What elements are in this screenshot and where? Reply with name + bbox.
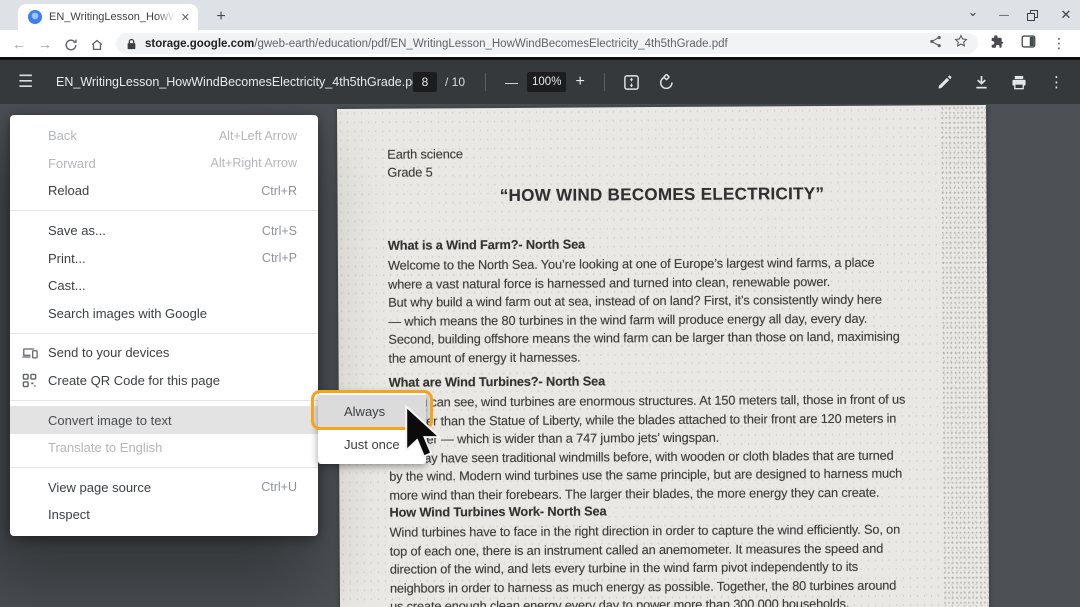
share-icon[interactable] [929,35,942,53]
browser-tab[interactable]: EN_WritingLesson_HowWindBec ✕ [18,4,198,30]
doc-section-body: Wind turbines have to face in the right … [390,521,901,607]
menu-separator [10,467,318,468]
doc-section-body: Welcome to the North Sea. You’re looking… [388,254,900,369]
new-tab-button[interactable]: + [210,6,232,28]
extensions-icon[interactable] [990,34,1005,54]
url-path: /gweb-earth/education/pdf/EN_WritingLess… [254,38,727,50]
tab-close-icon[interactable]: ✕ [181,11,190,24]
pdf-more-kebab-icon[interactable]: ⋮ [1049,73,1064,91]
address-toolbar: ← → storage.google.com/gweb-earth/educat… [0,30,1080,57]
pdf-page-zoom-controls: 8 / 10 — 100% + [413,72,675,92]
menu-item-forward[interactable]: ForwardAlt+Right Arrow [10,150,318,178]
menu-item-back[interactable]: BackAlt+Left Arrow [10,122,318,150]
tab-title: EN_WritingLesson_HowWindBec [49,11,175,23]
menu-item-search-images[interactable]: Search images with Google [10,300,318,328]
print-icon[interactable] [1011,75,1027,90]
rotate-button[interactable] [658,74,675,91]
reload-button[interactable] [58,35,84,51]
doc-section-heading: How Wind Turbines Work- North Sea [389,503,606,519]
window-controls: ⌄ — ✕ [965,0,1074,30]
menu-item-save-as[interactable]: Save as...Ctrl+S [10,217,318,245]
menu-separator [10,333,318,334]
doc-title: “HOW WIND BECOMES ELECTRICITY” [337,183,986,207]
menu-item-inspect[interactable]: Inspect [10,501,318,529]
toolbar-separator [604,73,605,91]
side-panel-icon[interactable] [1021,34,1036,54]
pdf-toolbar: ☰ EN_WritingLesson_HowWindBecomesElectri… [0,60,1080,104]
menu-separator [10,210,318,211]
pdf-content-area: Earth science Grade 5 “HOW WIND BECOMES … [0,104,1080,607]
pdf-toolbar-actions: ⋮ [937,73,1064,91]
pdf-document-title: EN_WritingLesson_HowWindBecomesElectrici… [56,75,423,89]
browser-window: EN_WritingLesson_HowWindBec ✕ + ⌄ — ✕ ← … [0,0,1080,607]
menu-separator [10,400,318,401]
doc-meta-line: Grade 5 [387,164,432,179]
url-text: storage.google.com/gweb-earth/education/… [145,38,917,50]
doc-section-body: As you can see, wind turbines are enormo… [389,391,906,506]
menu-item-reload[interactable]: ReloadCtrl+R [10,177,318,205]
submenu-item-just-once[interactable]: Just once [318,428,426,461]
tab-strip: EN_WritingLesson_HowWindBec ✕ + ⌄ — ✕ [0,0,1080,30]
toolbar-right-icons: ⋮ [990,34,1066,54]
pdf-menu-hamburger-icon[interactable]: ☰ [18,72,40,92]
window-close-button[interactable]: ✕ [1058,7,1074,23]
page-total-label: / 10 [445,75,465,89]
home-button[interactable] [84,35,110,51]
menu-item-translate[interactable]: Translate to English [10,434,318,462]
menu-item-print[interactable]: Print...Ctrl+P [10,244,318,272]
submenu-item-always[interactable]: Always [318,395,426,428]
bookmark-star-icon[interactable] [954,34,968,53]
back-button[interactable]: ← [6,36,32,52]
context-menu: BackAlt+Left Arrow ForwardAlt+Right Arro… [10,115,318,536]
menu-item-cast[interactable]: Cast... [10,272,318,300]
zoom-level-input[interactable]: 100% [527,72,566,92]
menu-item-view-page-source[interactable]: View page sourceCtrl+U [10,474,318,502]
pdf-page: Earth science Grade 5 “HOW WIND BECOMES … [337,105,989,607]
devices-icon [22,346,38,360]
doc-section-heading: What is a Wind Farm?- North Sea [388,236,585,252]
forward-button[interactable]: → [32,36,58,52]
url-domain: storage.google.com [145,38,254,50]
qr-code-icon [22,373,38,388]
download-icon[interactable] [974,75,989,90]
page-number-input[interactable]: 8 [413,72,437,92]
doc-section-heading: What are Wind Turbines?- North Sea [389,373,605,389]
tab-favicon-icon [28,10,42,24]
menu-item-send-to-devices[interactable]: Send to your devices [10,339,318,367]
zoom-out-button[interactable]: — [496,75,527,90]
window-restore-button[interactable] [1027,10,1043,20]
menu-item-convert-image-to-text[interactable]: Convert image to text [10,406,318,434]
zoom-in-button[interactable]: + [566,73,593,91]
toolbar-separator [485,73,486,91]
browser-menu-kebab-icon[interactable]: ⋮ [1052,35,1066,52]
fit-to-page-button[interactable] [623,74,640,91]
address-bar[interactable]: storage.google.com/gweb-earth/education/… [116,33,978,54]
convert-submenu: Always Just once [318,392,426,464]
doc-meta-line: Earth science [387,146,463,161]
annotate-pencil-icon[interactable] [937,75,952,90]
lock-icon[interactable] [126,38,137,50]
window-chevron-down-icon[interactable]: ⌄ [965,4,981,20]
window-minimize-button[interactable]: — [996,10,1012,21]
menu-item-create-qr-code[interactable]: Create QR Code for this page [10,367,318,395]
